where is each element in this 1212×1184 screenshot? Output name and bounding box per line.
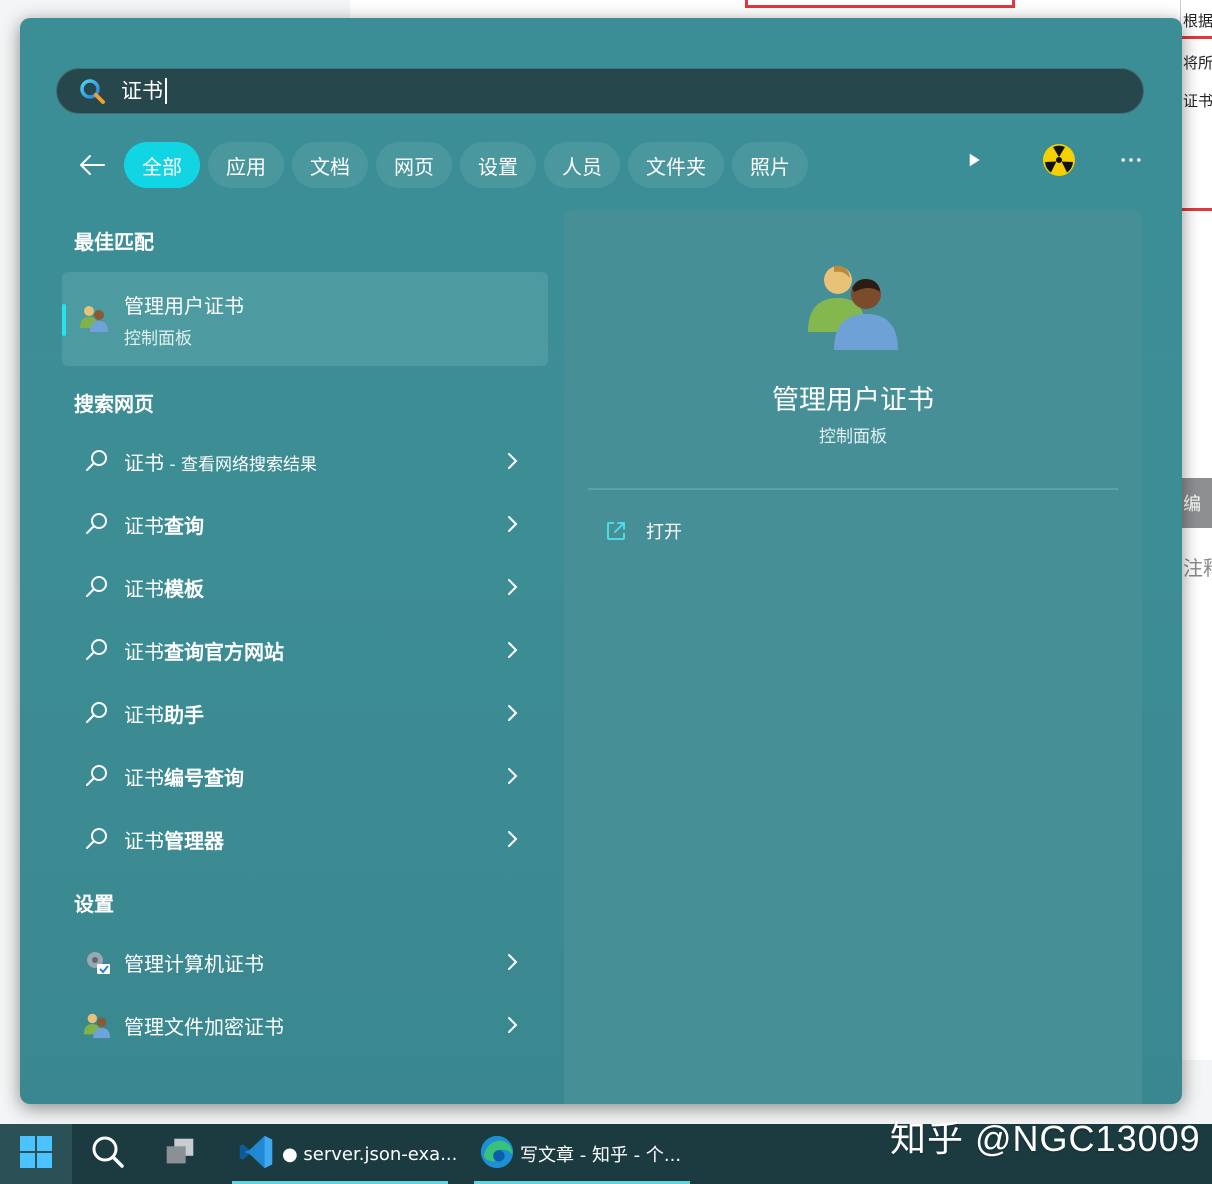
selection-accent (62, 304, 66, 336)
bg-red-line (1181, 36, 1212, 39)
web-result-label: 证书管理器 (124, 828, 224, 853)
bg-text-4: 编 (1183, 494, 1201, 515)
filter-chip-documents[interactable]: 文档 (292, 142, 368, 188)
filter-chip-people[interactable]: 人员 (544, 142, 620, 188)
search-icon (82, 761, 112, 791)
vscode-window-title: ● server.json-exa... (282, 1143, 458, 1165)
search-box[interactable]: 证书 (56, 68, 1144, 114)
search-icon (77, 76, 107, 106)
filter-chip-all[interactable]: 全部 (124, 142, 200, 188)
web-search-heading: 搜索网页 (74, 392, 154, 416)
chevron-right-icon[interactable] (500, 512, 524, 536)
search-icon (88, 1132, 128, 1176)
web-result-5[interactable]: 证书编号查询 (62, 748, 548, 804)
edge-window-title: 写文章 - 知乎 - 个... (520, 1145, 682, 1166)
best-match-title: 管理用户证书 (124, 294, 244, 318)
watermark: 知乎 @NGC13009 (890, 1118, 1201, 1159)
filter-chip-folders[interactable]: 文件夹 (628, 142, 724, 188)
taskbar-search-button[interactable] (80, 1124, 136, 1184)
detail-title: 管理用户证书 (772, 385, 934, 416)
web-result-3[interactable]: 证书查询官方网站 (62, 622, 548, 678)
bg-red-line-2 (1181, 208, 1212, 211)
computer-cert-icon (82, 947, 112, 977)
search-icon (82, 446, 112, 476)
task-view-icon (161, 1133, 199, 1175)
background-highlight-box (745, 0, 1015, 8)
web-result-label: 证书模板 (124, 576, 204, 601)
settings-result-label: 管理文件加密证书 (124, 1014, 284, 1039)
filter-bar-right (960, 143, 1146, 177)
search-panel: 证书 全部 应用 文档 网页 设置 人员 文件夹 照片 最佳匹配 管理用户证书 … (20, 18, 1182, 1104)
search-input[interactable]: 证书 (121, 78, 167, 104)
chevron-right-icon[interactable] (500, 764, 524, 788)
settings-result-label: 管理计算机证书 (124, 951, 264, 976)
open-action-label: 打开 (646, 522, 682, 543)
web-result-label: 证书查询官方网站 (124, 639, 284, 664)
search-icon (82, 572, 112, 602)
chevron-right-icon[interactable] (500, 701, 524, 725)
settings-result-1[interactable]: 管理文件加密证书 (62, 997, 548, 1053)
search-icon (82, 509, 112, 539)
chevron-right-icon[interactable] (500, 950, 524, 974)
taskbar-app-vscode[interactable]: ● server.json-exa... (232, 1124, 457, 1184)
web-result-2[interactable]: 证书模板 (62, 559, 548, 615)
bg-grey-tab: 编 (1181, 478, 1212, 528)
detail-subtitle: 控制面板 (819, 427, 887, 447)
start-button[interactable] (0, 1124, 72, 1184)
more-options-icon[interactable] (1116, 145, 1146, 175)
filter-chip-photos[interactable]: 照片 (732, 142, 808, 188)
web-result-label: 证书 - 查看网络搜索结果 (124, 450, 317, 475)
chevron-right-icon[interactable] (500, 638, 524, 662)
task-view-button[interactable] (152, 1124, 208, 1184)
web-result-0[interactable]: 证书 - 查看网络搜索结果 (62, 433, 548, 489)
users-icon (78, 302, 110, 334)
play-icon[interactable] (960, 146, 988, 174)
open-external-icon (604, 519, 628, 543)
detail-pane: 管理用户证书 控制面板 打开 (564, 210, 1142, 1104)
bg-text-2: 将所 (1183, 54, 1212, 72)
search-icon (82, 824, 112, 854)
vscode-icon (238, 1133, 276, 1175)
windows-logo-icon (19, 1135, 53, 1173)
best-match-subtitle: 控制面板 (124, 329, 192, 349)
web-result-label: 证书编号查询 (124, 765, 244, 790)
filter-chip-settings[interactable]: 设置 (460, 142, 536, 188)
chevron-right-icon[interactable] (500, 449, 524, 473)
taskbar-app-edge[interactable]: 写文章 - 知乎 - 个... (474, 1124, 690, 1184)
detail-divider (588, 488, 1118, 490)
users-icon (804, 260, 902, 350)
best-match-heading: 最佳匹配 (74, 230, 154, 254)
bg-text-3: 证书 (1183, 92, 1212, 110)
settings-heading: 设置 (74, 892, 114, 916)
web-result-label: 证书助手 (124, 702, 204, 727)
bg-text-1: 根据 (1183, 12, 1212, 30)
filter-bar: 全部 应用 文档 网页 设置 人员 文件夹 照片 (74, 141, 816, 189)
web-result-1[interactable]: 证书查询 (62, 496, 548, 552)
back-arrow-icon[interactable] (74, 147, 110, 183)
web-result-4[interactable]: 证书助手 (62, 685, 548, 741)
chevron-right-icon[interactable] (500, 575, 524, 599)
users-icon (82, 1010, 112, 1040)
best-match-result[interactable]: 管理用户证书 控制面板 (62, 272, 548, 366)
bg-text-5: 注释 (1183, 556, 1212, 580)
background-right-column: 根据 将所 证书 编 注释 中 (1180, 0, 1212, 1060)
edge-icon (478, 1133, 516, 1175)
settings-result-0[interactable]: 管理计算机证书 (62, 934, 548, 990)
filter-chip-web[interactable]: 网页 (376, 142, 452, 188)
search-icon (82, 698, 112, 728)
chevron-right-icon[interactable] (500, 827, 524, 851)
chevron-right-icon[interactable] (500, 1013, 524, 1037)
filter-chip-apps[interactable]: 应用 (208, 142, 284, 188)
web-result-6[interactable]: 证书管理器 (62, 811, 548, 867)
web-result-label: 证书查询 (124, 513, 204, 538)
search-icon (82, 635, 112, 665)
open-action[interactable]: 打开 (604, 518, 682, 544)
avatar[interactable] (1042, 143, 1076, 177)
